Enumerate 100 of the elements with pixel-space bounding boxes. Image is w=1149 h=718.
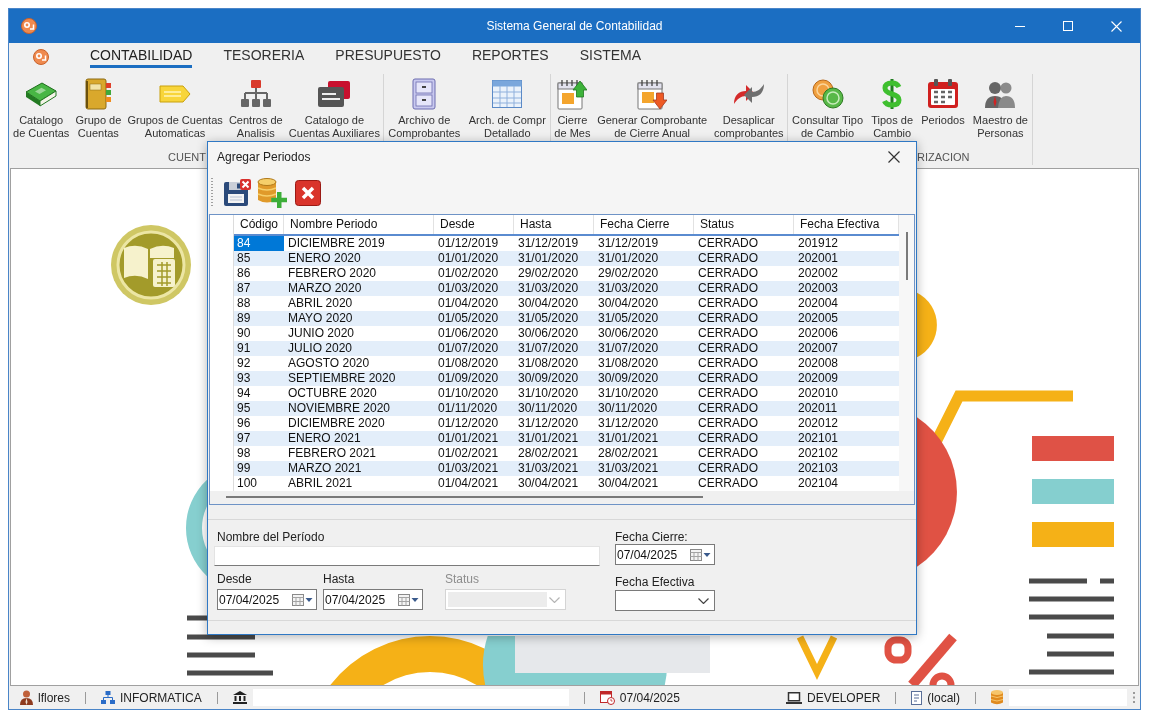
table-cell[interactable]: CERRADO [694, 236, 794, 251]
column-header[interactable]: Status [694, 215, 794, 234]
table-cell[interactable]: 31/03/2020 [594, 281, 694, 296]
column-header[interactable]: Nombre Periodo [284, 215, 434, 234]
table-cell[interactable]: 94 [234, 386, 284, 401]
table-cell[interactable]: 31/05/2020 [594, 311, 694, 326]
table-cell[interactable]: 31/01/2020 [514, 251, 594, 266]
table-cell[interactable]: FEBRERO 2020 [284, 266, 434, 281]
table-cell[interactable]: 30/06/2020 [514, 326, 594, 341]
dropdown[interactable] [615, 590, 715, 611]
table-cell[interactable]: 31/08/2020 [594, 356, 694, 371]
table-cell[interactable]: 202104 [794, 476, 899, 491]
table-cell[interactable]: AGOSTO 2020 [284, 356, 434, 371]
table-cell[interactable]: CERRADO [694, 281, 794, 296]
table-cell[interactable]: 28/02/2021 [514, 446, 594, 461]
ribbon-button[interactable]: Maestro de Personas [970, 78, 1030, 140]
date-picker[interactable]: 07/04/2025 [323, 589, 423, 610]
table-cell[interactable]: 202102 [794, 446, 899, 461]
table-cell[interactable]: MAYO 2020 [284, 311, 434, 326]
table-cell[interactable]: 92 [234, 356, 284, 371]
table-cell[interactable]: 30/04/2021 [514, 476, 594, 491]
table-cell[interactable]: 01/11/2020 [434, 401, 514, 416]
table-cell[interactable]: 202006 [794, 326, 899, 341]
table-cell[interactable]: 29/02/2020 [594, 266, 694, 281]
table-cell[interactable]: 31/07/2020 [594, 341, 694, 356]
table-cell[interactable]: 01/01/2020 [434, 251, 514, 266]
table-cell[interactable]: 01/04/2020 [434, 296, 514, 311]
table-cell[interactable]: 30/09/2020 [514, 371, 594, 386]
table-cell[interactable]: CERRADO [694, 371, 794, 386]
column-header[interactable]: Fecha Cierre [594, 215, 694, 234]
ribbon-button[interactable]: Desaplicar comprobantes [711, 78, 786, 140]
menu-tab[interactable]: REPORTES [471, 46, 549, 68]
table-cell[interactable]: 100 [234, 476, 284, 491]
column-header[interactable]: Desde [434, 215, 514, 234]
calendar-dropdown-icon[interactable] [292, 593, 313, 606]
table-cell[interactable]: 96 [234, 416, 284, 431]
menu-tab[interactable]: CONTABILIDAD [90, 46, 193, 68]
table-cell[interactable]: ENERO 2021 [284, 431, 434, 446]
table-cell[interactable]: 89 [234, 311, 284, 326]
table-cell[interactable]: 86 [234, 266, 284, 281]
table-cell[interactable]: 30/04/2020 [514, 296, 594, 311]
table-cell[interactable]: 31/05/2020 [514, 311, 594, 326]
table-cell[interactable]: MARZO 2020 [284, 281, 434, 296]
table-cell[interactable]: 01/05/2020 [434, 311, 514, 326]
table-cell[interactable]: JULIO 2020 [284, 341, 434, 356]
table-cell[interactable]: 01/01/2021 [434, 431, 514, 446]
table-cell[interactable]: 202007 [794, 341, 899, 356]
table-cell[interactable]: 30/09/2020 [594, 371, 694, 386]
vertical-scrollbar[interactable] [899, 215, 914, 491]
date-picker[interactable]: 07/04/2025 [217, 589, 317, 610]
table-cell[interactable]: CERRADO [694, 476, 794, 491]
calendar-dropdown-icon[interactable] [398, 593, 419, 606]
app-logo-icon[interactable] [21, 18, 37, 34]
table-cell[interactable]: CERRADO [694, 446, 794, 461]
table-cell[interactable]: 202001 [794, 251, 899, 266]
table-cell[interactable]: 31/12/2020 [514, 416, 594, 431]
table-cell[interactable]: 30/04/2021 [594, 476, 694, 491]
table-cell[interactable]: 97 [234, 431, 284, 446]
table-cell[interactable]: 90 [234, 326, 284, 341]
table-cell[interactable]: 30/04/2020 [594, 296, 694, 311]
table-cell[interactable]: ABRIL 2021 [284, 476, 434, 491]
table-cell[interactable]: 202009 [794, 371, 899, 386]
calendar-dropdown-icon[interactable] [690, 548, 711, 561]
ribbon-button[interactable]: Arch. de Compr Detallado [466, 78, 548, 140]
table-cell[interactable]: CERRADO [694, 326, 794, 341]
ribbon-button[interactable]: Generar Comprobante de Cierre Anual [595, 78, 710, 140]
table-cell[interactable]: 28/02/2021 [594, 446, 694, 461]
table-cell[interactable]: CERRADO [694, 266, 794, 281]
column-header[interactable]: Código [234, 215, 284, 234]
table-cell[interactable]: ENERO 2020 [284, 251, 434, 266]
table-cell[interactable]: 31/03/2021 [514, 461, 594, 476]
ribbon-button[interactable]: Tipos de Cambio [869, 78, 916, 140]
table-cell[interactable]: 31/01/2021 [514, 431, 594, 446]
table-cell[interactable]: 98 [234, 446, 284, 461]
table-cell[interactable]: NOVIEMBRE 2020 [284, 401, 434, 416]
table-cell[interactable]: 01/09/2020 [434, 371, 514, 386]
app-logo-icon[interactable] [33, 49, 49, 65]
text-input[interactable] [214, 546, 600, 566]
table-cell[interactable]: JUNIO 2020 [284, 326, 434, 341]
table-cell[interactable]: 201912 [794, 236, 899, 251]
table-cell[interactable]: 01/04/2021 [434, 476, 514, 491]
table-cell[interactable]: 202004 [794, 296, 899, 311]
table-cell[interactable]: 202103 [794, 461, 899, 476]
table-cell[interactable]: 85 [234, 251, 284, 266]
ribbon-button[interactable]: Periodos [919, 78, 967, 140]
ribbon-button[interactable]: Consultar Tipo de Cambio [790, 78, 866, 140]
table-cell[interactable]: DICIEMBRE 2020 [284, 416, 434, 431]
table-cell[interactable]: 31/01/2020 [594, 251, 694, 266]
table-cell[interactable]: CERRADO [694, 461, 794, 476]
table-cell[interactable]: MARZO 2021 [284, 461, 434, 476]
ribbon-button[interactable]: Catalogo de Cuentas Auxiliares [286, 78, 382, 140]
toolbar-button[interactable] [293, 178, 323, 208]
column-header[interactable]: Hasta [514, 215, 594, 234]
table-cell[interactable]: CERRADO [694, 251, 794, 266]
table-cell[interactable]: CERRADO [694, 356, 794, 371]
toolbar-button[interactable] [222, 178, 252, 208]
ribbon-button[interactable]: Grupo de Cuentas [73, 78, 124, 140]
table-cell[interactable]: 95 [234, 401, 284, 416]
table-cell[interactable]: 01/10/2020 [434, 386, 514, 401]
table-cell[interactable]: CERRADO [694, 296, 794, 311]
